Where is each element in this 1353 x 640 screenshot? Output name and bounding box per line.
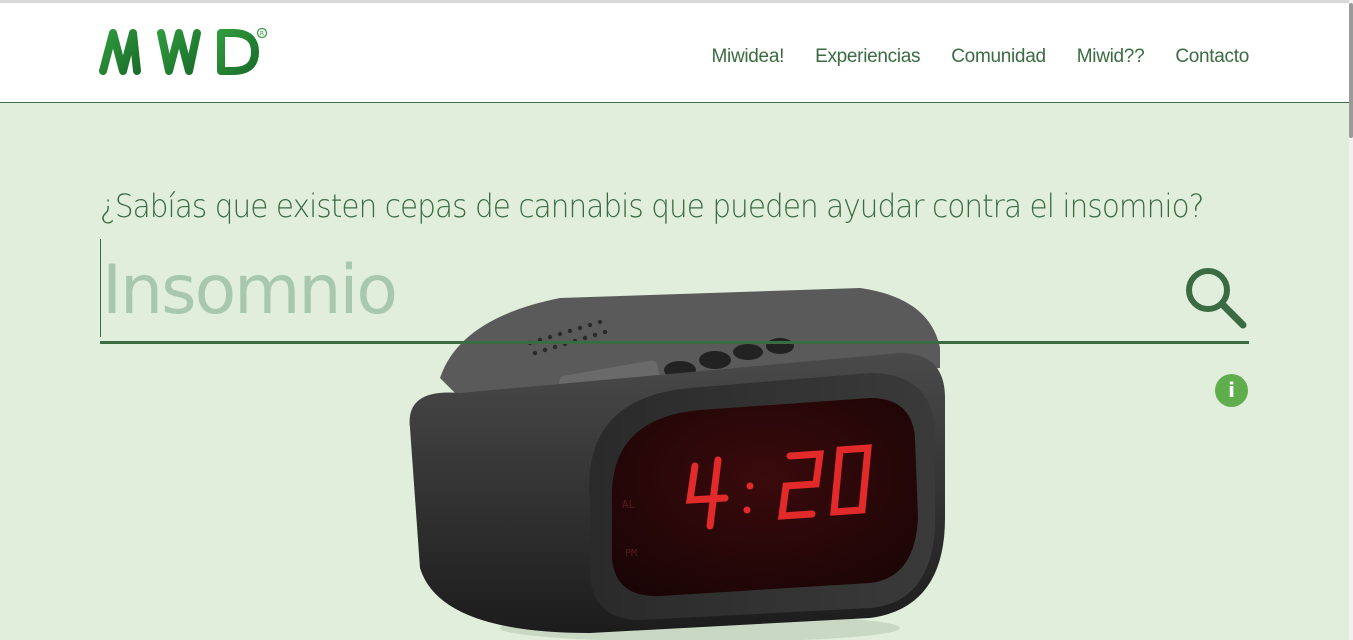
search-icon[interactable] bbox=[1181, 263, 1251, 333]
main-nav: Miwidea! Experiencias Comunidad Miwid?? … bbox=[712, 46, 1250, 68]
svg-text:PM: PM bbox=[625, 548, 637, 559]
svg-text:AL: AL bbox=[622, 498, 636, 511]
svg-text:R: R bbox=[260, 31, 264, 38]
nav-link-miwidea[interactable]: Miwidea! bbox=[712, 46, 785, 68]
page-scrollbar[interactable] bbox=[1349, 0, 1353, 640]
text-caret bbox=[100, 239, 101, 337]
search-bar bbox=[100, 239, 1249, 344]
hero-section: AL PM ¿Sabías que existen cepas de canna… bbox=[0, 103, 1349, 640]
search-input[interactable] bbox=[102, 245, 1102, 335]
info-icon[interactable]: i bbox=[1215, 374, 1248, 407]
scrollbar-thumb[interactable] bbox=[1349, 3, 1353, 138]
site-header: R Miwidea! Experiencias Comunidad Miwid?… bbox=[0, 3, 1349, 103]
nav-link-miwid[interactable]: Miwid?? bbox=[1077, 46, 1145, 68]
hero-question: ¿Sabías que existen cepas de cannabis qu… bbox=[100, 187, 1204, 225]
nav-link-experiencias[interactable]: Experiencias bbox=[815, 46, 920, 68]
nav-link-comunidad[interactable]: Comunidad bbox=[951, 46, 1046, 68]
miwid-logo[interactable]: R bbox=[99, 25, 269, 77]
nav-link-contacto[interactable]: Contacto bbox=[1175, 46, 1249, 68]
